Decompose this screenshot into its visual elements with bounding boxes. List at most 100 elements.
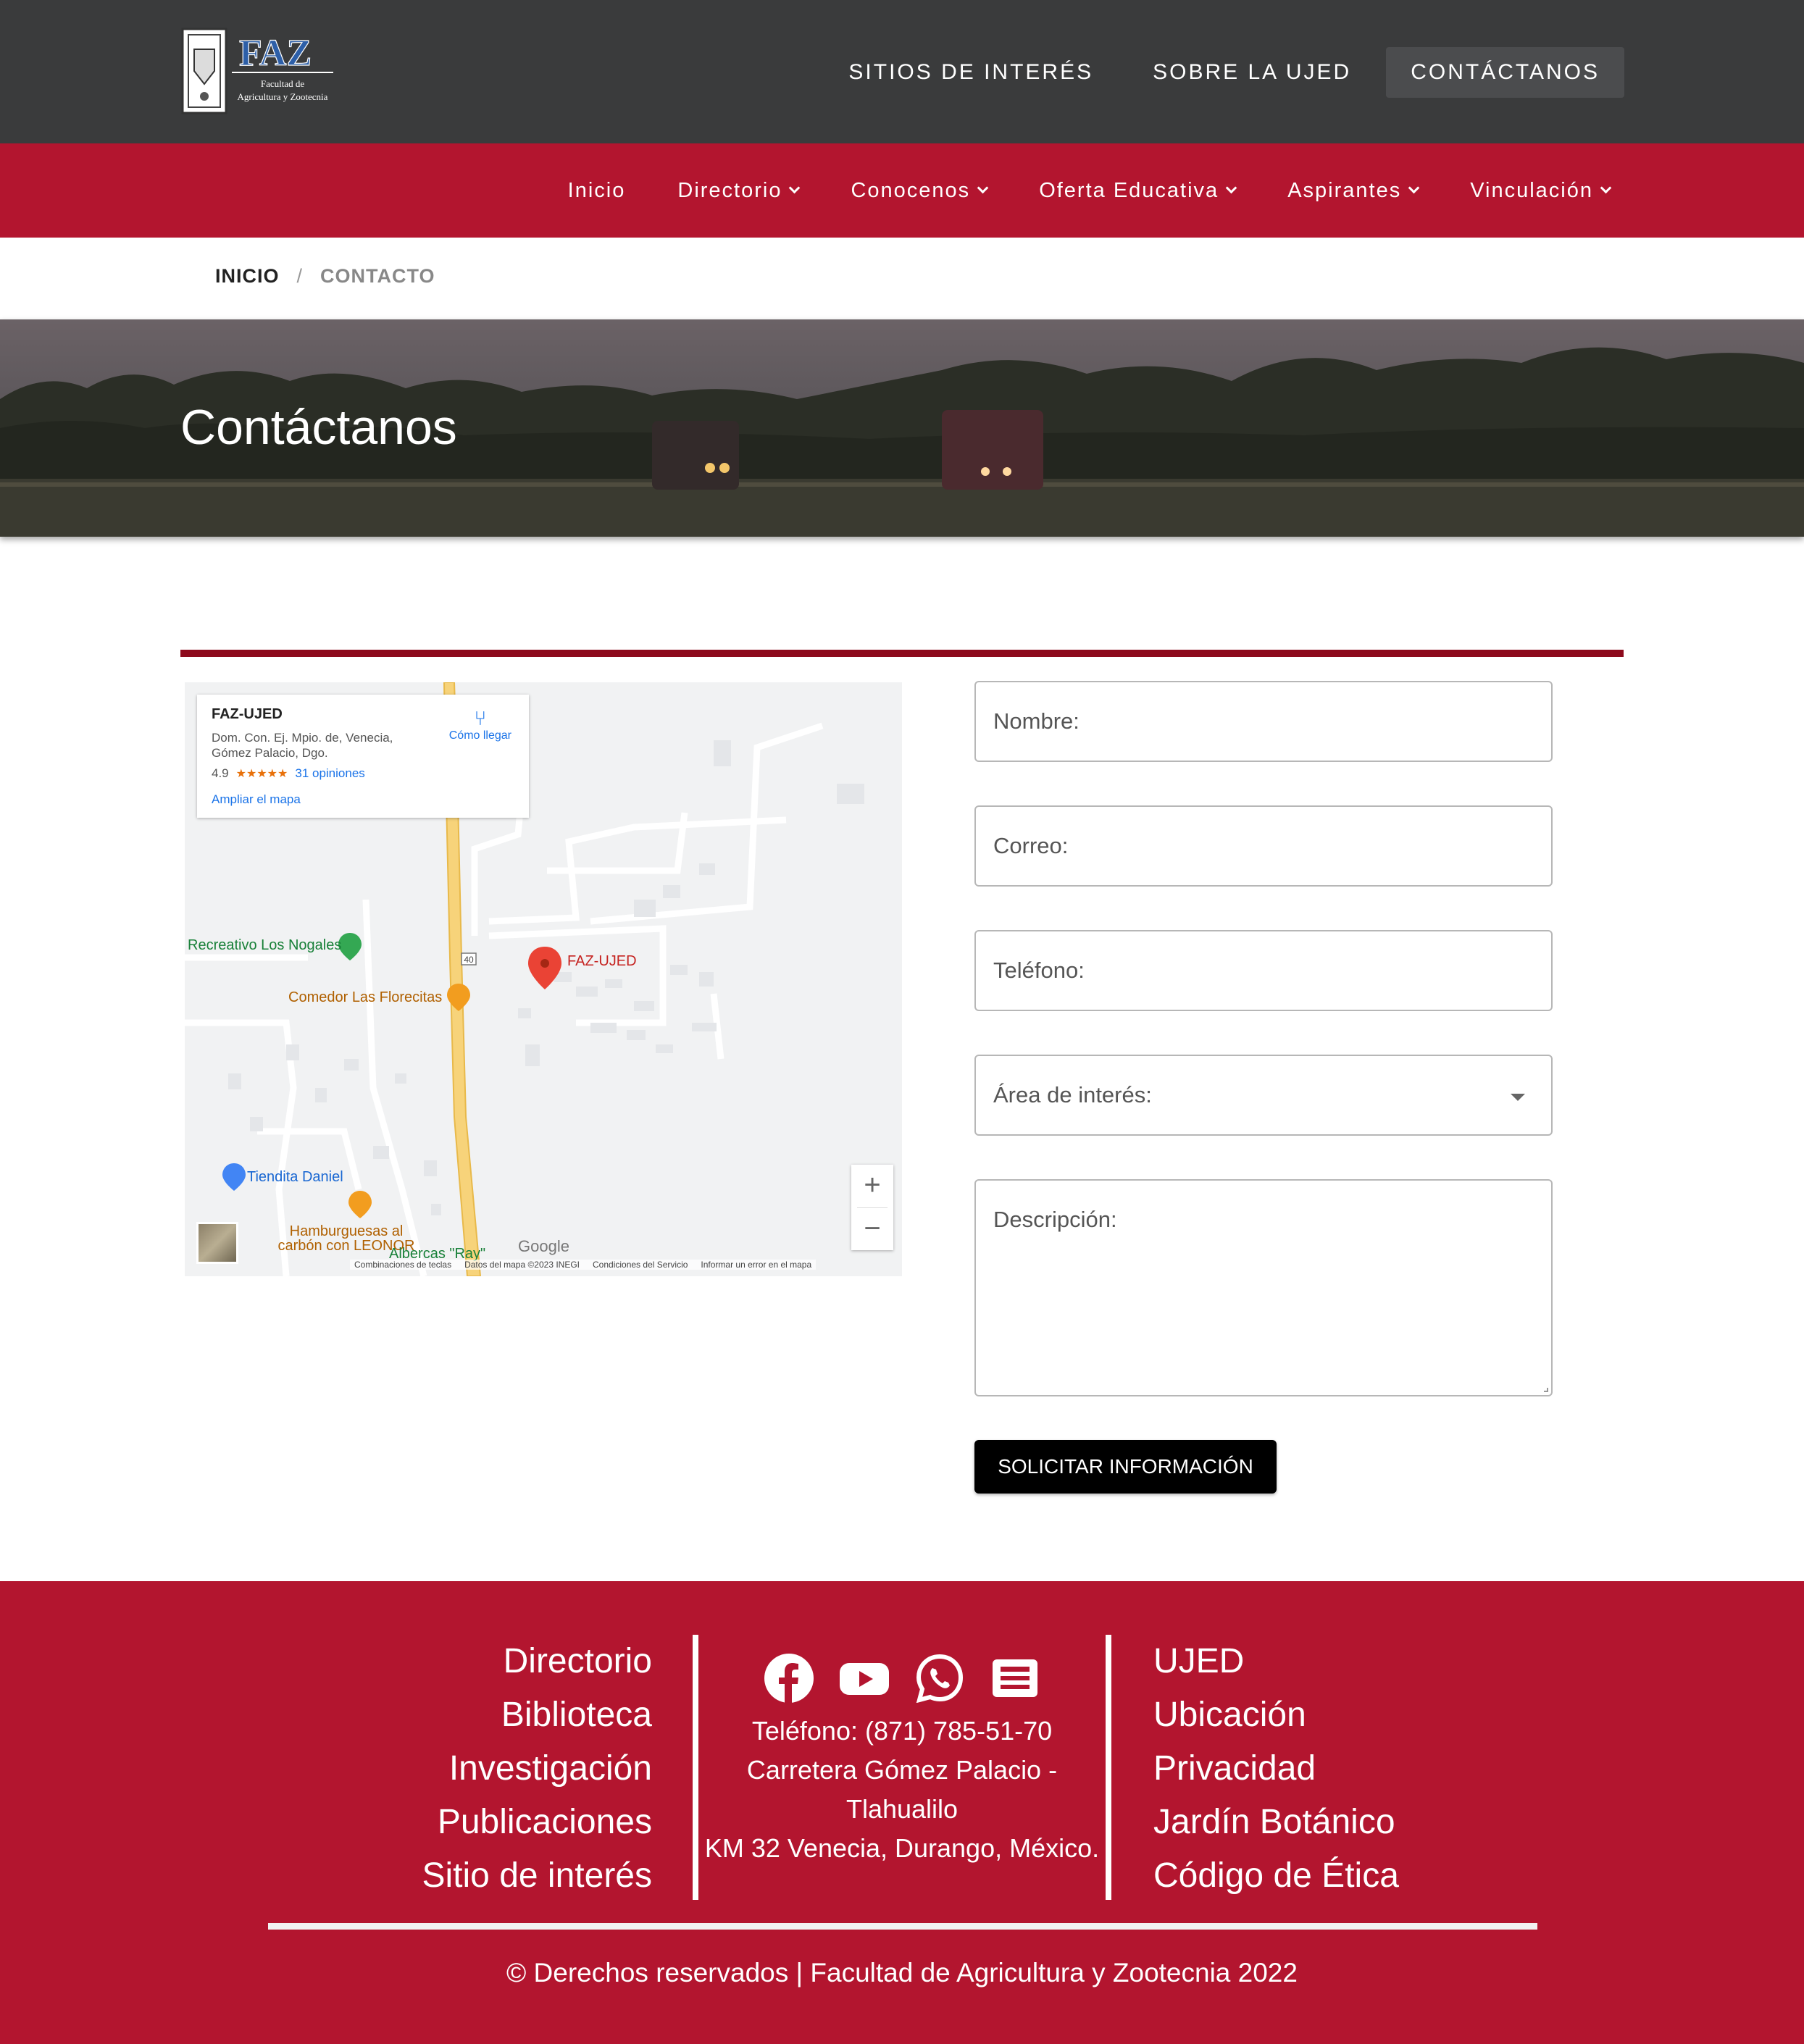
breadcrumb-current: CONTACTO [320,265,435,287]
zoom-out-button[interactable]: − [851,1208,893,1251]
nav-vinculacion-label: Vinculación [1470,178,1593,202]
name-field[interactable]: Nombre: [974,681,1553,762]
svg-text:Facultad de: Facultad de [261,78,305,89]
location-map[interactable]: 40 Recreativo Los Nogales FAZ-UJED Comed… [185,682,902,1276]
footer-divider [268,1923,1537,1930]
nav-conocenos-label: Conocenos [851,178,971,202]
star-rating-icon: ★★★★★ [235,768,288,780]
topnav-sobre-ujed[interactable]: SOBRE LA UJED [1128,47,1376,98]
satellite-toggle[interactable] [196,1222,238,1264]
youtube-icon[interactable] [840,1654,889,1703]
email-placeholder: Correo: [993,833,1069,858]
chevron-down-icon [1408,182,1420,193]
breadcrumb-home[interactable]: INICIO [215,265,280,288]
description-placeholder: Descripción: [993,1207,1117,1232]
map-zoom-controls: + − [851,1165,893,1250]
submit-button[interactable]: SOLICITAR INFORMACIÓN [974,1440,1277,1494]
footer-link-directorio[interactable]: Directorio [422,1635,652,1688]
chevron-down-icon [1225,182,1237,193]
breadcrumb-separator: / [296,265,304,287]
area-select[interactable]: Área de interés: [974,1055,1553,1136]
poi-tiendita-daniel[interactable]: Tiendita Daniel [247,1169,343,1186]
google-logo: Google [518,1237,569,1255]
map-data-attribution: Datos del mapa ©2023 INEGI [464,1260,580,1270]
footer-link-privacidad[interactable]: Privacidad [1153,1742,1399,1796]
phone-placeholder: Teléfono: [993,958,1085,983]
svg-text:Agricultura y Zootecnia: Agricultura y Zootecnia [238,91,328,102]
phone-field[interactable]: Teléfono: [974,930,1553,1011]
map-expand-link[interactable]: Ampliar el mapa [212,792,514,807]
faz-logo[interactable]: FAZ Facultad de Agricultura y Zootecnia [181,28,336,116]
map-directions-label: Cómo llegar [448,729,511,742]
footer-separator-right [1106,1635,1111,1900]
description-textarea[interactable]: Descripción: [974,1179,1553,1396]
poi-los-nogales[interactable]: Recreativo Los Nogales [188,937,341,954]
map-terms-link[interactable]: Condiciones del Servicio [593,1260,688,1270]
section-divider [180,650,1624,657]
email-field[interactable]: Correo: [974,805,1553,887]
nav-conocenos[interactable]: Conocenos [824,179,1013,203]
map-keyboard-shortcuts[interactable]: Combinaciones de teclas [354,1260,451,1270]
page-title: Contáctanos [180,400,457,455]
whatsapp-icon[interactable] [915,1654,964,1704]
map-address-line2: Gómez Palacio, Dgo. [212,746,328,760]
area-placeholder: Área de interés: [993,1082,1152,1107]
social-icons [703,1654,1101,1704]
footer-left-links: Directorio Biblioteca Investigación Publ… [422,1635,652,1903]
svg-text:40: 40 [464,955,474,965]
chevron-down-icon [789,182,801,193]
directions-icon: ⑂ [474,707,487,729]
main-navigation: Inicio Directorio Conocenos Oferta Educa… [0,143,1804,238]
nav-directorio[interactable]: Directorio [651,179,824,203]
chevron-down-icon [1600,182,1612,193]
footer-separator-left [693,1635,698,1900]
map-rating: 4.9 ★★★★★ 31 opiniones [212,766,514,781]
nav-aspirantes-label: Aspirantes [1287,178,1402,202]
poi-hamburguesas-line1: Hamburguesas al [289,1223,404,1239]
footer-link-publicaciones[interactable]: Publicaciones [422,1796,652,1849]
nav-vinculacion[interactable]: Vinculación [1444,179,1636,203]
poi-comedor-florecitas[interactable]: Comedor Las Florecitas [288,989,442,1006]
nav-inicio[interactable]: Inicio [542,179,652,203]
map-rating-value: 4.9 [212,766,229,780]
footer-right-links: UJED Ubicación Privacidad Jardín Botánic… [1153,1635,1399,1903]
breadcrumb: INICIO / CONTACTO [215,265,435,288]
copyright-text: © Derechos reservados | Facultad de Agri… [506,1958,1298,1988]
chevron-down-icon [977,182,989,193]
footer-address-line2: KM 32 Venecia, Durango, México. [704,1833,1100,1863]
svg-text:FAZ: FAZ [239,33,312,74]
top-navigation: SITIOS DE INTERÉS SOBRE LA UJED CONTÁCTA… [824,46,1624,99]
nav-inicio-label: Inicio [567,178,626,202]
map-place-card: FAZ-UJED Dom. Con. Ej. Mpio. de, Venecia… [197,695,529,818]
site-footer: Directorio Biblioteca Investigación Publ… [0,1581,1804,2044]
map-reviews-link[interactable]: 31 opiniones [295,766,364,781]
resize-grip-icon[interactable] [1544,1388,1548,1392]
top-bar: FAZ Facultad de Agricultura y Zootecnia … [0,0,1804,143]
nav-directorio-label: Directorio [677,178,782,202]
footer-link-sitio-interes[interactable]: Sitio de interés [422,1849,652,1903]
nav-aspirantes[interactable]: Aspirantes [1261,179,1444,203]
dropdown-caret-icon [1511,1094,1525,1101]
page-banner: Contáctanos [0,319,1804,537]
map-report-error-link[interactable]: Informar un error en el mapa [701,1260,811,1270]
zoom-in-button[interactable]: + [851,1165,893,1207]
footer-link-investigacion[interactable]: Investigación [422,1742,652,1796]
nav-oferta-educativa[interactable]: Oferta Educativa [1013,179,1261,203]
newspaper-icon[interactable] [990,1654,1040,1703]
footer-link-codigo-etica[interactable]: Código de Ética [1153,1849,1399,1903]
footer-link-biblioteca[interactable]: Biblioteca [422,1688,652,1742]
nav-oferta-label: Oferta Educativa [1039,178,1219,202]
map-marker-label[interactable]: FAZ-UJED [567,953,637,970]
footer-link-ujed[interactable]: UJED [1153,1635,1399,1688]
map-footer: Combinaciones de teclas Datos del mapa ©… [350,1260,817,1270]
name-placeholder: Nombre: [993,708,1080,734]
footer-link-ubicacion[interactable]: Ubicación [1153,1688,1399,1742]
footer-link-jardin-botanico[interactable]: Jardín Botánico [1153,1796,1399,1849]
footer-address-line1: Carretera Gómez Palacio - Tlahualilo [746,1755,1058,1824]
topnav-sitios[interactable]: SITIOS DE INTERÉS [824,47,1118,98]
footer-phone: Teléfono: (871) 785-51-70 [751,1716,1053,1746]
topnav-contactanos[interactable]: CONTÁCTANOS [1386,47,1624,98]
facebook-icon[interactable] [764,1654,814,1703]
map-directions-button[interactable]: ⑂ Cómo llegar [449,708,511,742]
footer-contact: Teléfono: (871) 785-51-70 Carretera Góme… [703,1654,1101,1868]
